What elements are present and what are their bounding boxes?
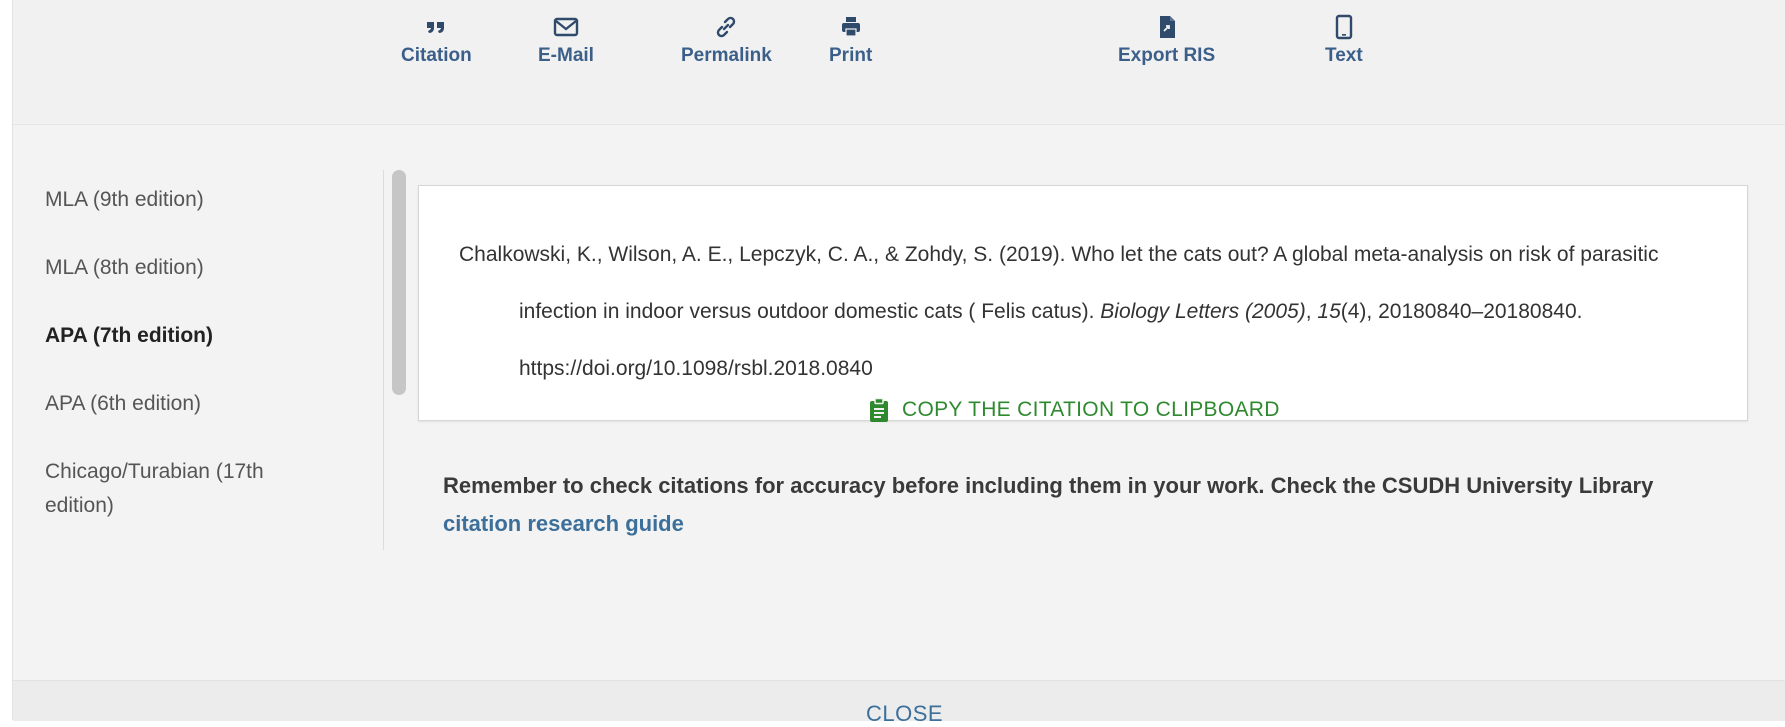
file-export-icon [1159,16,1175,38]
citation-sep: , [1305,300,1318,323]
text-label: Text [1325,45,1363,66]
style-item-apa-7[interactable]: APA (7th edition) [45,319,335,353]
citation-box: Chalkowski, K., Wilson, A. E., Lepczyk, … [418,185,1748,421]
permalink-button[interactable]: Permalink [681,14,772,67]
clipboard-icon [870,397,888,422]
citation-research-guide-link[interactable]: citation research guide [443,511,684,536]
citation-volume: 15 [1317,300,1341,323]
export-ris-button[interactable]: Export RIS [1118,14,1215,67]
citation-panel: Citation E-Mail Permalink Print Export R… [12,0,1785,726]
citation-content: MLA (9th edition) MLA (8th edition) APA … [13,125,1785,680]
citation-button[interactable]: Citation [401,14,472,67]
email-button[interactable]: E-Mail [538,14,594,67]
style-list-scrollbar[interactable] [392,170,406,395]
style-item-mla-9[interactable]: MLA (9th edition) [45,183,335,217]
envelope-icon [553,17,579,37]
quote-icon [427,22,445,33]
style-list-scroll-track [383,170,384,550]
export-ris-label: Export RIS [1118,45,1216,66]
style-item-mla-8[interactable]: MLA (8th edition) [45,251,335,285]
close-button[interactable]: CLOSE [866,701,943,727]
email-label: E-Mail [538,45,594,66]
citation-style-list: MLA (9th edition) MLA (8th edition) APA … [45,183,335,557]
style-item-chicago-17[interactable]: Chicago/Turabian (17th edition) [45,455,335,523]
mobile-phone-icon [1335,14,1353,40]
style-item-apa-6[interactable]: APA (6th edition) [45,387,335,421]
citation-journal: Biology Letters (2005) [1100,300,1306,323]
citation-label: Citation [401,45,472,66]
copy-citation-label: COPY THE CITATION TO CLIPBOARD [902,398,1280,421]
printer-icon [841,17,860,37]
copy-citation-button[interactable]: COPY THE CITATION TO CLIPBOARD [868,397,1280,423]
action-toolbar: Citation E-Mail Permalink Print Export R… [13,0,1785,125]
citation-text: Chalkowski, K., Wilson, A. E., Lepczyk, … [459,226,1721,397]
print-button[interactable]: Print [829,14,872,67]
print-label: Print [829,45,873,66]
reminder-text: Remember to check citations for accuracy… [443,473,1654,498]
text-button[interactable]: Text [1325,14,1363,67]
accuracy-reminder: Remember to check citations for accuracy… [443,467,1693,543]
dialog-footer: CLOSE [13,680,1785,726]
link-icon [717,16,736,38]
permalink-label: Permalink [681,45,772,66]
